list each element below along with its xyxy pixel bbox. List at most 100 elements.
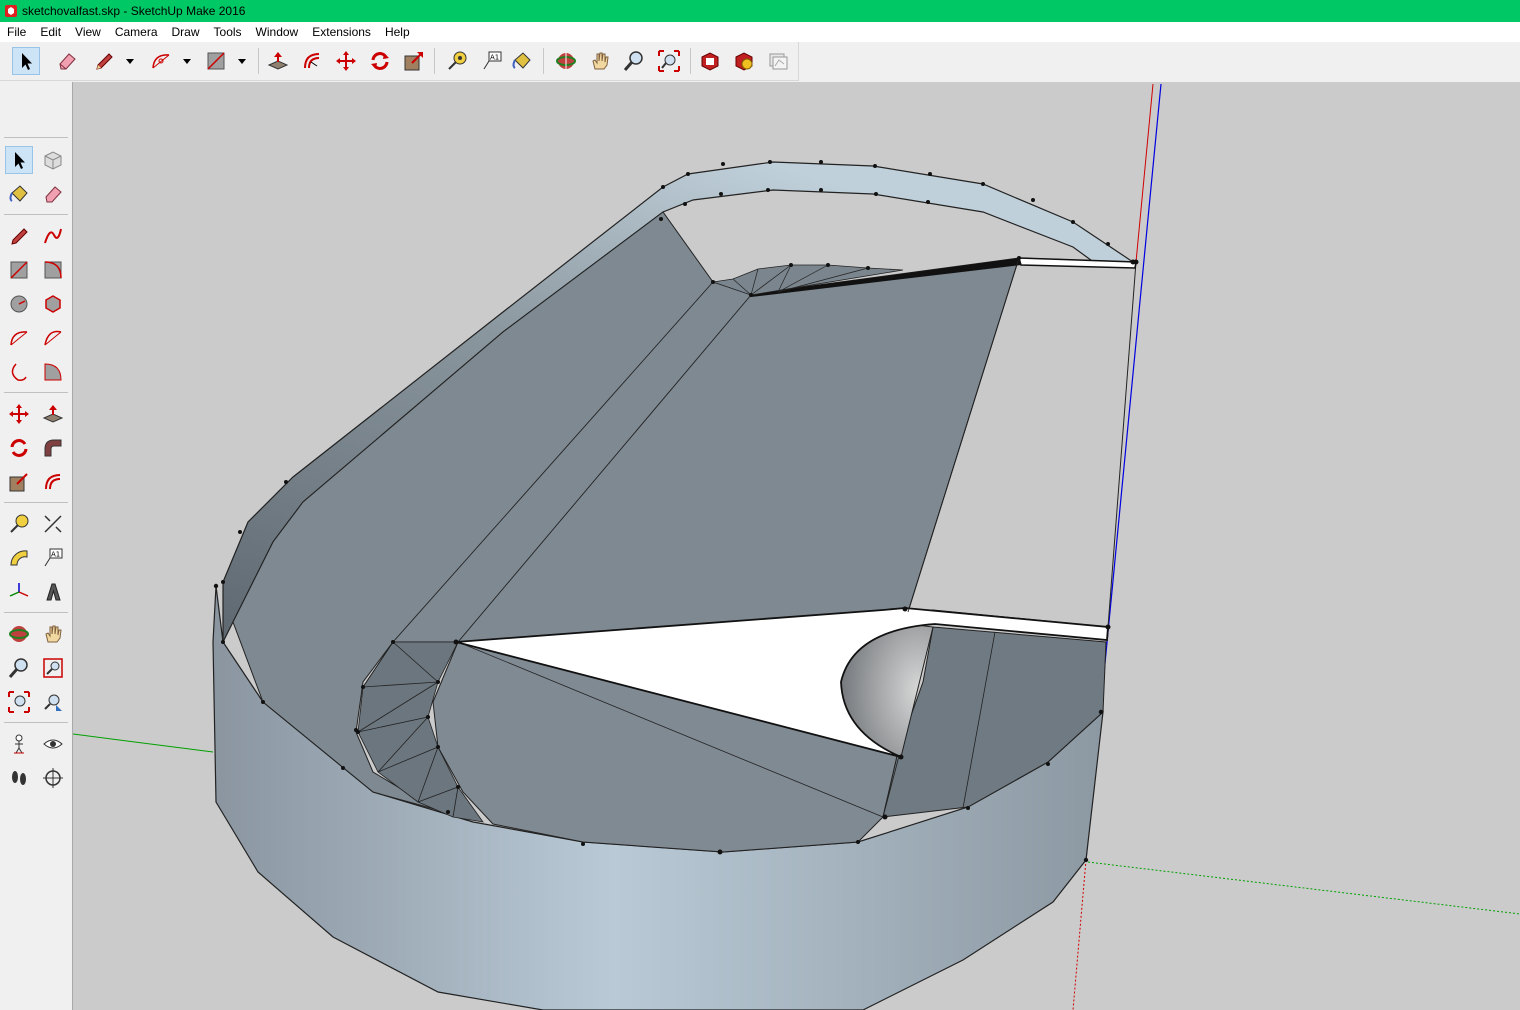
walk-icon [12,771,26,785]
3d-warehouse-button[interactable] [696,47,724,75]
pie-icon [44,363,62,381]
scale-icon [404,52,423,71]
red-axis-dotted [1072,859,1087,1010]
menu-tools[interactable]: Tools [207,22,249,42]
two-point-arc-icon [44,330,62,346]
circle-icon [10,295,28,313]
rectangle-dropdown-icon[interactable] [237,56,247,66]
select-tool-button[interactable] [12,47,40,75]
rectangle-icon [207,52,225,70]
two-point-arc-tool-button[interactable] [39,324,67,352]
scale-icon [9,473,28,492]
rectangle-icon [10,261,28,279]
eraser-tool-button[interactable] [39,180,67,208]
zoom-tool-button[interactable] [5,654,33,682]
orbit-icon [556,53,576,69]
menu-edit[interactable]: Edit [33,22,68,42]
rectangle-tool-button[interactable] [202,47,230,75]
dimension-tool-button[interactable] [39,510,67,538]
arc-tool-button[interactable] [147,47,175,75]
three-point-arc-tool-button[interactable] [5,358,33,386]
polygon-tool-button[interactable] [39,290,67,318]
follow-me-tool-button[interactable] [39,434,67,462]
pencil-tool-button[interactable] [90,47,118,75]
move-tool-button[interactable] [332,47,360,75]
menu-camera[interactable]: Camera [108,22,165,42]
model-canvas[interactable] [73,82,1520,1010]
circle-tool-button[interactable] [5,290,33,318]
line-tool-button[interactable] [5,222,33,250]
layout-icon [769,53,788,70]
tape-measure-tool-button[interactable] [5,510,33,538]
menu-file[interactable]: File [0,22,33,42]
scale-tool-button[interactable] [5,468,33,496]
rotated-rectangle-tool-button[interactable] [39,256,67,284]
push-pull-tool-button[interactable] [264,47,292,75]
text-tool-button[interactable]: A1 [39,544,67,572]
previous-view-tool-button[interactable] [39,688,67,716]
modeling-viewport[interactable] [73,82,1520,1010]
offset-tool-button[interactable] [298,47,326,75]
layout-button[interactable] [764,47,792,75]
text-tool-button[interactable]: A1 [478,47,506,75]
extension-warehouse-button[interactable] [730,47,758,75]
zoom-extents-tool-button[interactable] [655,47,683,75]
select-icon [22,53,32,70]
tape-measure-icon [10,514,29,533]
make-component-tool-button[interactable] [39,146,67,174]
3d-text-icon [46,583,61,601]
rotate-tool-button[interactable] [366,47,394,75]
menu-draw[interactable]: Draw [165,22,207,42]
rotate-icon [10,439,28,457]
offset-icon [304,53,320,69]
pan-tool-button[interactable] [39,620,67,648]
svg-text:A1: A1 [490,54,499,62]
scale-tool-button[interactable] [400,47,428,75]
look-around-icon [43,739,63,749]
rotate-tool-button[interactable] [5,434,33,462]
look-around-tool-button[interactable] [39,730,67,758]
polygon-icon [45,295,61,313]
orbit-tool-button[interactable] [552,47,580,75]
freehand-icon [44,228,62,244]
red-axis [1135,83,1154,263]
pan-tool-button[interactable] [586,47,614,75]
select-tool-button[interactable] [5,146,33,174]
pan-icon [592,52,609,70]
position-camera-icon [14,734,24,754]
arc-tool-button[interactable] [5,324,33,352]
3d-warehouse-icon [701,52,719,71]
pencil-dropdown-icon[interactable] [125,56,135,66]
axes-icon [9,583,29,597]
orbit-tool-button[interactable] [5,620,33,648]
text-icon: A1 [44,548,63,567]
large-tool-set: A1 [0,82,73,1010]
push-pull-icon [267,52,289,70]
freehand-tool-button[interactable] [39,222,67,250]
eraser-tool-button[interactable] [53,47,81,75]
paint-bucket-tool-button[interactable] [508,47,536,75]
pencil-icon [96,53,113,70]
section-plane-tool-button[interactable] [39,764,67,792]
tape-measure-tool-button[interactable] [443,47,471,75]
menu-view[interactable]: View [68,22,108,42]
zoom-window-tool-button[interactable] [39,654,67,682]
offset-tool-button[interactable] [39,468,67,496]
zoom-tool-button[interactable] [620,47,648,75]
3d-text-tool-button[interactable] [39,578,67,606]
walk-tool-button[interactable] [5,764,33,792]
paint-bucket-tool-button[interactable] [5,180,33,208]
menu-help[interactable]: Help [378,22,417,42]
push-pull-tool-button[interactable] [39,400,67,428]
menu-extensions[interactable]: Extensions [305,22,378,42]
pie-tool-button[interactable] [39,358,67,386]
zoom-extents-tool-button[interactable] [5,688,33,716]
arc-dropdown-icon[interactable] [182,56,192,66]
position-camera-tool-button[interactable] [5,730,33,758]
move-tool-button[interactable] [5,400,33,428]
green-axis-dotted [1087,861,1520,915]
menu-window[interactable]: Window [249,22,306,42]
protractor-tool-button[interactable] [5,544,33,572]
axes-tool-button[interactable] [5,578,33,606]
rectangle-tool-button[interactable] [5,256,33,284]
